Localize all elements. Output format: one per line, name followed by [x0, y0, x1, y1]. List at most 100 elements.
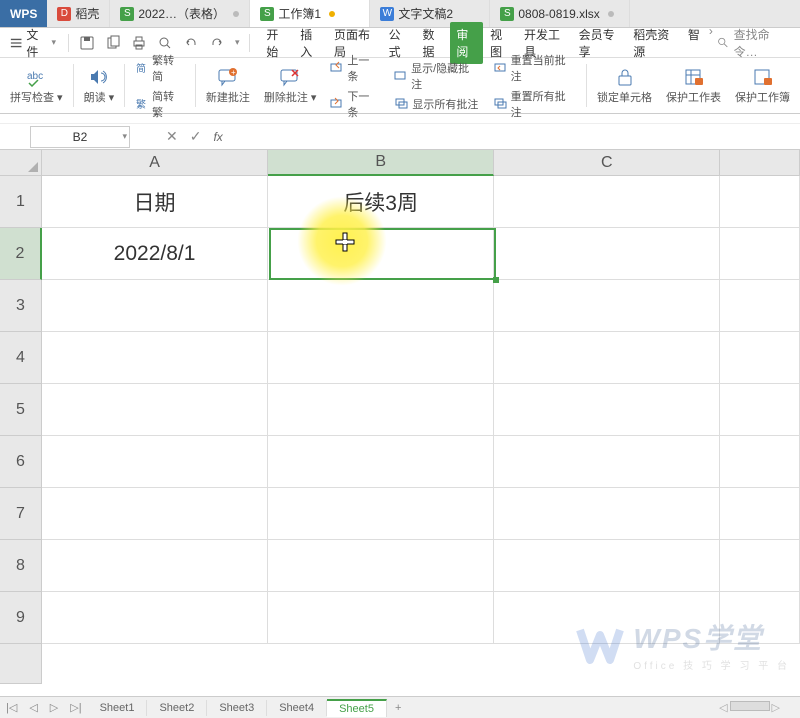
confirm-edit-button[interactable]: ✓ — [184, 128, 208, 145]
row-header-1[interactable]: 1 — [0, 176, 42, 228]
lock-cell-button[interactable]: 锁定单元格 — [591, 60, 658, 111]
sheet-nav-first[interactable]: |◁ — [0, 701, 23, 714]
readaloud-button[interactable]: 朗读 ▾ — [78, 60, 121, 111]
tab-data[interactable]: 数据 — [417, 22, 450, 64]
row-header-10[interactable] — [0, 644, 42, 684]
cell-a9[interactable] — [42, 592, 268, 644]
cell-c2[interactable] — [494, 228, 720, 280]
cell-d3[interactable] — [720, 280, 800, 332]
cell-b3[interactable] — [268, 280, 494, 332]
tab-home[interactable]: 开始 — [260, 22, 293, 64]
col-header-d[interactable] — [720, 150, 800, 176]
cell-c8[interactable] — [494, 540, 720, 592]
cell-c4[interactable] — [494, 332, 720, 384]
tab-daoke[interactable]: D 稻壳 — [47, 0, 110, 27]
tabs-overflow-icon[interactable]: › — [707, 22, 715, 64]
save-button[interactable] — [75, 33, 99, 53]
cell-b6[interactable] — [268, 436, 494, 488]
dropdown-button[interactable]: ▾ — [231, 35, 244, 50]
cell-b9[interactable] — [268, 592, 494, 644]
fx-button[interactable]: fx — [207, 130, 228, 144]
delete-comment-button[interactable]: 删除批注 ▾ — [258, 60, 323, 111]
cell-a7[interactable] — [42, 488, 268, 540]
cancel-edit-button[interactable]: ✕ — [160, 128, 184, 145]
sheet-tab-2[interactable]: Sheet2 — [147, 700, 207, 716]
cell-c7[interactable] — [494, 488, 720, 540]
reset-current-button[interactable]: 重置当前批注 — [494, 52, 576, 84]
cell-a8[interactable] — [42, 540, 268, 592]
horizontal-scrollbar[interactable] — [730, 701, 770, 711]
cell-c6[interactable] — [494, 436, 720, 488]
trad-to-simp-button[interactable]: 简繁转简 — [135, 52, 185, 84]
cell-c1[interactable] — [494, 176, 720, 228]
row-header-8[interactable]: 8 — [0, 540, 42, 592]
print-button[interactable] — [127, 33, 151, 53]
tab-formula[interactable]: 公式 — [383, 22, 416, 64]
row-header-5[interactable]: 5 — [0, 384, 42, 436]
select-all-corner[interactable] — [0, 150, 42, 176]
tab-review[interactable]: 审阅 — [450, 22, 483, 64]
cell-a2[interactable]: 2022/8/1 — [42, 228, 268, 280]
cell-b1[interactable]: 后续3周 — [268, 176, 494, 228]
simp-to-trad-button[interactable]: 繁简转繁 — [135, 88, 185, 120]
sheet-nav-prev[interactable]: ◁ — [23, 701, 43, 714]
cell-a6[interactable] — [42, 436, 268, 488]
cell-a4[interactable] — [42, 332, 268, 384]
cell-d9[interactable] — [720, 592, 800, 644]
sheet-nav-next[interactable]: ▷ — [44, 701, 64, 714]
undo-button[interactable] — [179, 33, 203, 53]
sheet-tab-3[interactable]: Sheet3 — [207, 700, 267, 716]
col-header-c[interactable]: C — [494, 150, 720, 176]
cell-c5[interactable] — [494, 384, 720, 436]
redo-button[interactable] — [205, 33, 229, 53]
cell-d6[interactable] — [720, 436, 800, 488]
sheet-tab-5[interactable]: Sheet5 — [327, 699, 387, 717]
cell-b8[interactable] — [268, 540, 494, 592]
sheet-tab-1[interactable]: Sheet1 — [88, 700, 148, 716]
next-comment-button[interactable]: 下一条 — [330, 88, 380, 120]
cell-b2[interactable] — [268, 228, 494, 280]
name-box[interactable]: B2 ▾ — [30, 126, 130, 148]
col-header-a[interactable]: A — [42, 150, 268, 176]
fill-handle[interactable] — [493, 277, 499, 283]
row-header-9[interactable]: 9 — [0, 592, 42, 644]
chevron-down-icon[interactable]: ▾ — [122, 131, 127, 142]
command-search[interactable]: 查找命令… — [717, 26, 796, 60]
cell-d1[interactable] — [720, 176, 800, 228]
cell-d4[interactable] — [720, 332, 800, 384]
copy-button[interactable] — [101, 33, 125, 53]
tab-workbook-2022[interactable]: S 2022…（表格） — [110, 0, 250, 27]
tab-daoke-resource[interactable]: 稻壳资源 — [627, 22, 681, 64]
cell-a5[interactable] — [42, 384, 268, 436]
cell-a1[interactable]: 日期 — [42, 176, 268, 228]
cell-d8[interactable] — [720, 540, 800, 592]
reset-all-button[interactable]: 重置所有批注 — [494, 88, 576, 120]
cell-c3[interactable] — [494, 280, 720, 332]
row-header-3[interactable]: 3 — [0, 280, 42, 332]
tab-insert[interactable]: 插入 — [294, 22, 327, 64]
sheet-nav-last[interactable]: ▷| — [64, 701, 87, 714]
scroll-left-icon[interactable]: ◁ — [719, 701, 727, 714]
cell-b5[interactable] — [268, 384, 494, 436]
cell-b7[interactable] — [268, 488, 494, 540]
preview-button[interactable] — [153, 33, 177, 53]
prev-comment-button[interactable]: 上一条 — [330, 52, 380, 84]
cell-b4[interactable] — [268, 332, 494, 384]
cell-d5[interactable] — [720, 384, 800, 436]
cell-d7[interactable] — [720, 488, 800, 540]
show-hide-comment-button[interactable]: 显示/隐藏批注 — [394, 60, 480, 92]
cell-d2[interactable] — [720, 228, 800, 280]
formula-input[interactable] — [229, 124, 800, 149]
col-header-b[interactable]: B — [268, 150, 494, 176]
spellcheck-button[interactable]: abc 拼写检查 ▾ — [4, 60, 69, 111]
row-header-4[interactable]: 4 — [0, 332, 42, 384]
protect-sheet-button[interactable]: 保护工作表 — [660, 60, 727, 111]
show-all-comments-button[interactable]: 显示所有批注 — [395, 96, 478, 112]
wps-menu-tab[interactable]: WPS — [0, 0, 47, 27]
tab-member[interactable]: 会员专享 — [573, 22, 627, 64]
protect-book-button[interactable]: 保护工作簿 — [729, 60, 796, 111]
row-header-2[interactable]: 2 — [0, 228, 42, 280]
sheet-tab-4[interactable]: Sheet4 — [267, 700, 327, 716]
new-comment-button[interactable]: + 新建批注 — [200, 60, 256, 111]
tab-smart[interactable]: 智 — [682, 22, 706, 64]
